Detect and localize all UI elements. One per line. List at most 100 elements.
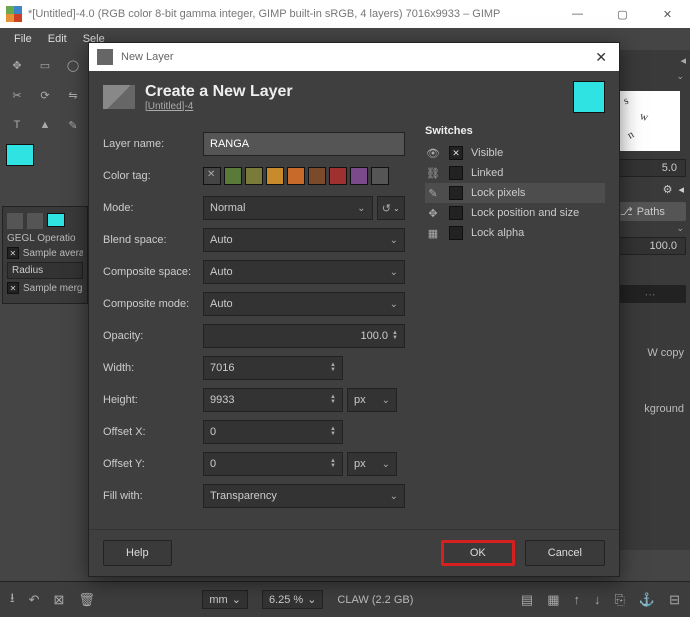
duplicate-layer-icon[interactable]: ⎘ — [615, 592, 625, 608]
color-tag-olive[interactable] — [245, 167, 263, 185]
color-tag-yellow[interactable] — [266, 167, 284, 185]
minimize-button[interactable]: — — [555, 0, 600, 28]
width-input[interactable]: 7016▲▼ — [203, 356, 343, 380]
bucket-tool-icon[interactable]: ▲ — [34, 114, 56, 136]
chevron-down-icon[interactable]: ⌄ — [676, 71, 684, 83]
channels-icon[interactable] — [27, 213, 43, 229]
foreground-swatch[interactable] — [6, 144, 34, 166]
new-layer-icon[interactable]: ▤ — [521, 592, 533, 608]
move-tool-icon[interactable]: ✥ — [6, 54, 28, 76]
cancel-button[interactable]: Cancel — [525, 540, 605, 566]
blend-space-select[interactable]: Auto⌄ — [203, 228, 405, 252]
color-tag-green[interactable] — [224, 167, 242, 185]
zoom-value: 6.25 % — [269, 594, 303, 606]
layer-color-preview[interactable] — [573, 81, 605, 113]
undo-history-icon[interactable] — [7, 213, 23, 229]
dialog-close-button[interactable]: ✕ — [591, 49, 611, 66]
color-tag-red[interactable] — [329, 167, 347, 185]
zoom-dropdown[interactable]: 6.25 %⌄ — [262, 590, 323, 609]
color-tag-gray[interactable] — [371, 167, 389, 185]
memory-status: CLAW (2.2 GB) — [337, 594, 413, 606]
lock-pixels-checkbox[interactable] — [449, 186, 463, 200]
mode-label: Mode: — [103, 202, 203, 214]
menu-edit[interactable]: Edit — [40, 30, 75, 48]
menu-file[interactable]: File — [6, 30, 40, 48]
menu-icon[interactable]: ◂ — [678, 183, 684, 196]
color-swatch-icon[interactable] — [47, 213, 65, 227]
blend-space-label: Blend space: — [103, 234, 203, 246]
mode-reset-button[interactable]: ↺⌄ — [377, 196, 405, 220]
crop-tool-icon[interactable]: ✂ — [6, 84, 28, 106]
color-tag-none[interactable] — [203, 167, 221, 185]
radius-field[interactable]: Radius — [7, 262, 83, 279]
color-tag-brown[interactable] — [308, 167, 326, 185]
switches-heading: Switches — [425, 125, 605, 137]
paths-tab[interactable]: ⎇Paths — [614, 202, 686, 221]
unit-label: mm — [209, 594, 227, 606]
composite-space-select[interactable]: Auto⌄ — [203, 260, 405, 284]
dialog-icon — [97, 49, 113, 65]
color-tag-purple[interactable] — [350, 167, 368, 185]
navigation-thumbnail[interactable]: s w n — [620, 91, 680, 151]
offset-unit-select[interactable]: px⌄ — [347, 452, 397, 476]
layer-name-label: Layer name: — [103, 138, 203, 150]
layer-lock-bar: ⋯ — [614, 285, 686, 303]
unit-dropdown[interactable]: mm⌄ — [202, 590, 248, 609]
lock-position-checkbox[interactable] — [449, 206, 463, 220]
composite-mode-select[interactable]: Auto⌄ — [203, 292, 405, 316]
lasso-tool-icon[interactable]: ◯ — [62, 54, 84, 76]
maximize-button[interactable]: ▢ — [600, 0, 645, 28]
dialog-titlebar: New Layer ✕ — [89, 43, 619, 71]
layer-name-wcopy[interactable]: W copy — [610, 345, 690, 361]
visible-checkbox[interactable] — [449, 146, 463, 160]
height-input[interactable]: 9933▲▼ — [203, 388, 343, 412]
download-icon[interactable]: ⭳ — [10, 589, 15, 611]
layer-name-input[interactable] — [203, 132, 405, 156]
statusbar: ⭳ ↶ ⊠ 🗑 mm⌄ 6.25 %⌄ CLAW (2.2 GB) ▤ ▦ ↑ … — [0, 581, 690, 617]
trash-icon[interactable]: 🗑 — [78, 592, 95, 608]
chevron-down-icon[interactable]: ⌄ — [676, 223, 684, 235]
main-titlebar: *[Untitled]-4.0 (RGB color 8-bit gamma i… — [0, 0, 690, 28]
help-button[interactable]: Help — [103, 540, 172, 566]
layer-icon — [103, 85, 135, 109]
rotate-tool-icon[interactable]: ⟳ — [34, 84, 56, 106]
anchor-layer-icon[interactable]: ⚓ — [639, 592, 655, 608]
color-tag-orange[interactable] — [287, 167, 305, 185]
text-tool-icon[interactable]: T — [6, 114, 28, 136]
linked-checkbox[interactable] — [449, 166, 463, 180]
offset-y-input[interactable]: 0▲▼ — [203, 452, 343, 476]
lock-alpha-checkbox[interactable] — [449, 226, 463, 240]
dock-menu-icon[interactable]: ◂ — [680, 54, 686, 67]
layer-name-background[interactable]: kground — [610, 401, 690, 417]
raise-layer-icon[interactable]: ↑ — [574, 592, 581, 607]
flip-tool-icon[interactable]: ⇋ — [62, 84, 84, 106]
delete-icon[interactable]: ⊠ — [53, 592, 64, 608]
fill-with-select[interactable]: Transparency⌄ — [203, 484, 405, 508]
offset-x-input[interactable]: 0▲▼ — [203, 420, 343, 444]
opacity-input[interactable]: 100.0▲▼ — [203, 324, 405, 348]
delete-layer-icon[interactable]: ⊟ — [669, 592, 680, 608]
lock-pixels-label: Lock pixels — [471, 187, 525, 199]
sample-average-checkbox[interactable] — [7, 247, 19, 259]
rect-select-tool-icon[interactable]: ▭ — [34, 54, 56, 76]
size-unit-select[interactable]: px⌄ — [347, 388, 397, 412]
lower-layer-icon[interactable]: ↓ — [594, 592, 601, 607]
config-icon[interactable]: ⚙ — [663, 183, 673, 196]
brush-size-value[interactable]: 5.0 — [614, 159, 686, 177]
link-icon: ⛓ — [425, 167, 441, 180]
opacity-value[interactable]: 100.0 — [614, 237, 686, 255]
visible-label: Visible — [471, 147, 503, 159]
brush-tool-icon[interactable]: ✎ — [62, 114, 84, 136]
gegl-title: GEGL Operatio — [7, 233, 83, 244]
blend-space-value: Auto — [210, 234, 233, 246]
close-window-button[interactable]: ✕ — [645, 0, 690, 28]
offset-y-value: 0 — [210, 458, 326, 470]
sample-merged-checkbox[interactable] — [7, 282, 19, 294]
gegl-panel: GEGL Operatio Sample avera Radius Sample… — [2, 206, 88, 304]
fill-with-value: Transparency — [210, 490, 277, 502]
layer-group-icon[interactable]: ▦ — [547, 592, 559, 608]
switches-column: Switches 👁 Visible ⛓ Linked ✎ Lock pixel… — [425, 125, 605, 515]
mode-select[interactable]: Normal⌄ — [203, 196, 373, 220]
restore-icon[interactable]: ↶ — [29, 592, 40, 608]
ok-button[interactable]: OK — [441, 540, 515, 566]
